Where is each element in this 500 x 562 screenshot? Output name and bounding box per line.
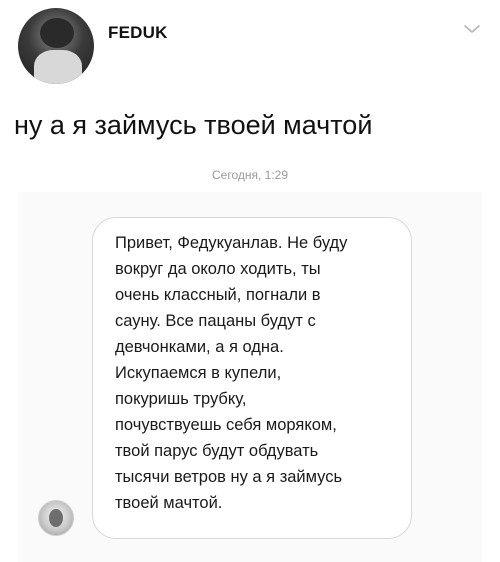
message-line: покуришь трубку,	[115, 390, 247, 408]
author-username[interactable]: FEDUK	[108, 23, 168, 43]
message-line: тысячи ветров ну а я займусь	[115, 468, 343, 486]
message-line: Искупаемся в купели,	[115, 364, 282, 382]
message-bubble: Привет, Федукуанлав. Не буду вокруг да о…	[92, 217, 412, 539]
message-line: твоей мачтой.	[115, 494, 223, 512]
message-line: твой парус будут обдувать	[115, 442, 319, 460]
author-avatar[interactable]	[18, 8, 94, 84]
message-line: Привет, Федукуанлав. Не буду	[115, 234, 348, 252]
post-header: FEDUK	[0, 0, 500, 96]
message-line: вокруг да около ходить, ты	[115, 260, 321, 278]
chevron-down-icon[interactable]	[462, 22, 482, 36]
sender-avatar[interactable]	[38, 500, 74, 536]
message-timestamp: Сегодня, 1:29	[211, 168, 288, 182]
message-line: очень классный, погнали в	[115, 286, 321, 304]
post-text: ну а я займусь твоей мачтой	[14, 110, 373, 140]
message-line: сауну. Все пацаны будут с	[115, 312, 316, 330]
message-line: почувствуешь себя моряком,	[115, 416, 337, 434]
message-line: девчонками, а я одна.	[115, 338, 284, 356]
